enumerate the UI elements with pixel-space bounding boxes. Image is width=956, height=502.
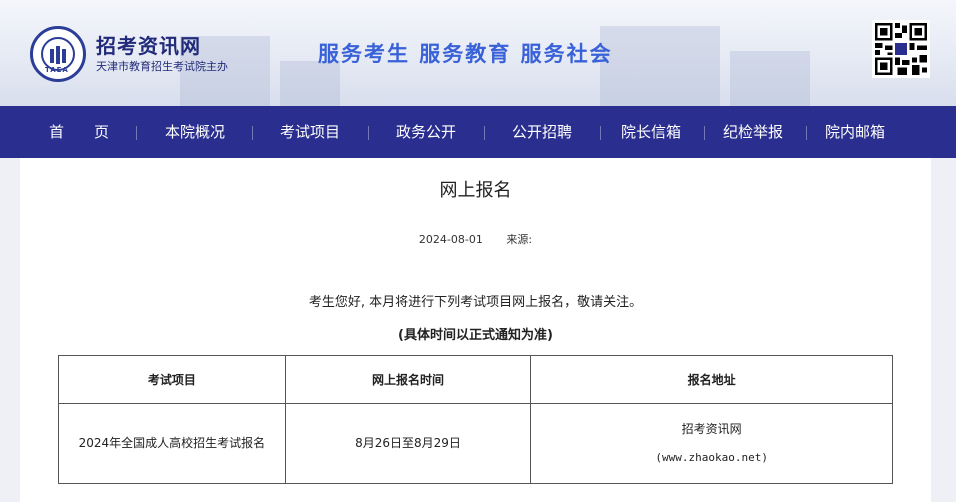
article-date: 2024-08-01 <box>418 233 483 246</box>
nav-item-recruitment[interactable]: 公开招聘 <box>497 106 587 158</box>
table-header: 考试项目 <box>58 355 286 404</box>
header-building-bg <box>600 26 720 106</box>
nav-item-exams[interactable]: 考试项目 <box>265 106 355 158</box>
site-header: TAEA 招考资讯网 天津市教育招生考试院主办 服务考生 服务教育 服务社会 <box>0 0 956 106</box>
article-intro: 考生您好, 本月将进行下列考试项目网上报名，敬请关注。 <box>308 295 643 310</box>
main-nav: 首 页 本院概况 考试项目 政务公开 公开招聘 院长信箱 纪检举报 院内邮箱 <box>0 106 956 158</box>
nav-divider <box>806 126 807 140</box>
nav-item-about[interactable]: 本院概况 <box>150 106 240 158</box>
nav-divider <box>704 126 705 140</box>
table-header: 网上报名时间 <box>284 355 532 404</box>
site-link[interactable]: 招考资讯网 <box>682 422 742 436</box>
nav-divider <box>368 126 369 140</box>
nav-item-home[interactable]: 首 页 <box>34 106 124 158</box>
nav-item-gov-affairs[interactable]: 政务公开 <box>381 106 471 158</box>
article-panel: 网上报名 2024-08-01 来源: 考生您好, 本月将进行下列考试项目网上报… <box>20 158 931 502</box>
article-title: 网上报名 <box>439 180 512 201</box>
site-url[interactable]: (www.zhaokao.net) <box>531 451 892 465</box>
table-header-row: 考试项目 网上报名时间 报名地址 <box>58 355 893 404</box>
nav-divider <box>136 126 137 140</box>
logo-bar <box>56 46 60 64</box>
header-building-bg <box>730 51 810 106</box>
table-row: 2024年全国成人高校招生考试报名 8月26日至8月29日 招考资讯网 (www… <box>58 403 893 484</box>
nav-item-discipline-report[interactable]: 纪检举报 <box>708 106 798 158</box>
site-logo[interactable]: TAEA <box>30 26 86 82</box>
cell-time: 8月26日至8月29日 <box>284 403 532 484</box>
nav-divider <box>484 126 485 140</box>
article-note: (具体时间以正式通知为准) <box>398 328 553 343</box>
site-subtitle: 天津市教育招生考试院主办 <box>96 60 228 73</box>
table-header: 报名地址 <box>530 355 893 404</box>
qr-code-icon <box>872 20 930 78</box>
article-meta: 2024-08-01 来源: <box>20 231 931 247</box>
nav-item-director-mailbox[interactable]: 院长信箱 <box>606 106 696 158</box>
logo-bar <box>50 49 54 63</box>
nav-divider <box>600 126 601 140</box>
article-source-label: 来源: <box>506 233 533 246</box>
site-name[interactable]: 招考资讯网 <box>96 30 201 59</box>
nav-divider <box>252 126 253 140</box>
logo-bar <box>62 49 66 63</box>
cell-project: 2024年全国成人高校招生考试报名 <box>58 403 286 484</box>
registration-table: 考试项目 网上报名时间 报名地址 2024年全国成人高校招生考试报名 8月26日… <box>58 355 893 484</box>
nav-item-internal-mail[interactable]: 院内邮箱 <box>810 106 900 158</box>
slogan: 服务考生 服务教育 服务社会 <box>318 42 613 66</box>
logo-text: TAEA <box>45 66 69 74</box>
cell-site: 招考资讯网 (www.zhaokao.net) <box>530 403 893 484</box>
